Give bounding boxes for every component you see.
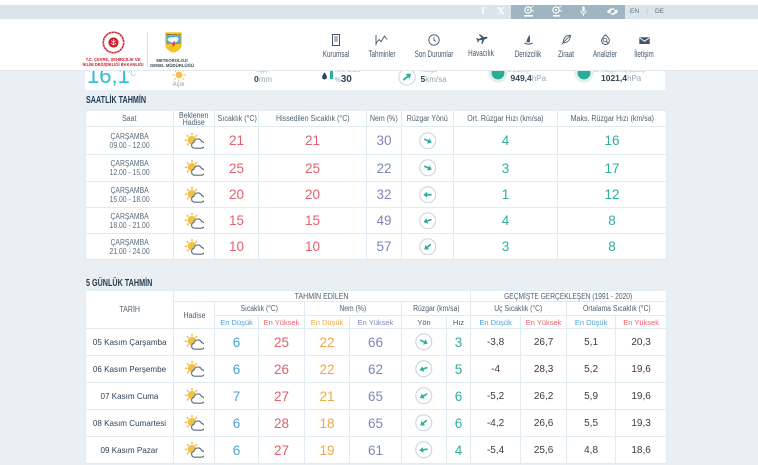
svg-text:METEOROLOJİ: METEOROLOJİ — [166, 34, 181, 37]
